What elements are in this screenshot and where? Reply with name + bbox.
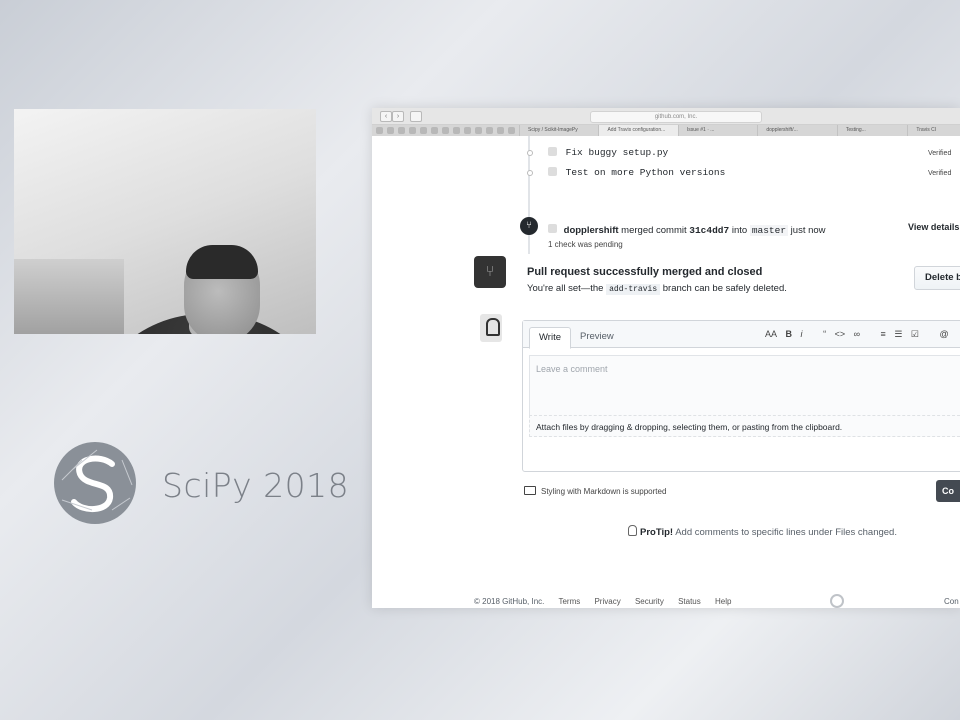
protip-label: ProTip! [640, 527, 674, 538]
favorite-icon[interactable] [420, 127, 427, 134]
markdown-note-text: Styling with Markdown is supported [541, 487, 667, 496]
forward-icon[interactable]: › [392, 111, 404, 122]
commit-row: Test on more Python versions [527, 167, 726, 178]
favorite-icon[interactable] [431, 127, 438, 134]
url-bar[interactable]: github.com, Inc. [590, 111, 762, 123]
protip-text: Add comments to specific lines under Fil… [675, 527, 897, 538]
back-icon[interactable]: ‹ [380, 111, 392, 122]
browser-toolbar: ‹ › github.com, Inc. [372, 108, 960, 125]
conference-title: SciPy 2018 [162, 466, 350, 505]
sidebar-icon[interactable] [410, 111, 422, 122]
comment-tabs: Write Preview AA B i “ <> ∞ ≡ ☰ ☑ @ [523, 321, 960, 349]
attach-files-area[interactable]: Attach files by dragging & dropping, sel… [529, 415, 960, 437]
merged-icon: ⑂ [474, 256, 506, 288]
browser-tab[interactable]: Travis CI [907, 125, 960, 136]
bulleted-list-icon[interactable]: ≡ [881, 329, 886, 339]
footer-link-security[interactable]: Security [635, 597, 664, 606]
commit-row: Fix buggy setup.py [527, 147, 669, 158]
avatar[interactable] [480, 314, 502, 342]
favorite-icon[interactable] [442, 127, 449, 134]
browser-window: ‹ › github.com, Inc. Scipy / Scikit-Imag… [372, 108, 960, 608]
speaker-hair [186, 245, 258, 279]
numbered-list-icon[interactable]: ☰ [894, 329, 902, 339]
link-icon[interactable]: ∞ [854, 329, 860, 339]
background-shadow [14, 259, 124, 334]
merged-sub-before: You're all set—the [527, 283, 604, 294]
favorite-icon[interactable] [398, 127, 405, 134]
avatar[interactable] [548, 167, 557, 176]
comment-button[interactable]: Co [936, 480, 960, 502]
verified-badge[interactable]: Verified [928, 150, 951, 157]
browser-tab[interactable]: Issue #1 · ... [677, 125, 757, 136]
browser-tab[interactable]: dopplershift/... [757, 125, 836, 136]
favorite-icon[interactable] [464, 127, 471, 134]
merge-event-icon: ⑂ [520, 217, 538, 235]
footer: © 2018 GitHub, Inc. Terms Privacy Securi… [474, 597, 743, 606]
speaker-video [14, 109, 316, 334]
avatar[interactable] [548, 224, 557, 233]
commit-sha-link[interactable]: 31c4dd7 [689, 225, 729, 236]
commit-dot-icon [527, 170, 533, 176]
footer-link-terms[interactable]: Terms [558, 597, 580, 606]
view-details-button[interactable]: View details [908, 222, 959, 232]
favorite-icon[interactable] [387, 127, 394, 134]
tab-write[interactable]: Write [529, 327, 571, 349]
branch-name[interactable]: master [749, 225, 789, 236]
comment-form: Write Preview AA B i “ <> ∞ ≡ ☰ ☑ @ Leav… [522, 320, 960, 472]
lightbulb-icon [628, 525, 637, 536]
markdown-note[interactable]: Styling with Markdown is supported [524, 486, 666, 496]
scipy-logo-icon [54, 442, 136, 524]
commit-dot-icon [527, 150, 533, 156]
commit-message[interactable]: Test on more Python versions [566, 167, 726, 178]
merge-time: just now [790, 225, 826, 236]
github-page: Fix buggy setup.py Verified Test on more… [372, 136, 960, 608]
favorite-icon[interactable] [376, 127, 383, 134]
task-list-icon[interactable]: ☑ [911, 329, 919, 339]
commit-message[interactable]: Fix buggy setup.py [566, 147, 669, 158]
favorite-icon[interactable] [497, 127, 504, 134]
favorites-bar [372, 125, 519, 136]
favorite-icon[interactable] [486, 127, 493, 134]
into-text: into [731, 225, 748, 236]
favorite-icon[interactable] [453, 127, 460, 134]
github-logo-icon[interactable] [830, 594, 844, 608]
protip: ProTip! Add comments to specific lines u… [628, 525, 897, 538]
browser-tab-active[interactable]: Add Travis configuration... [598, 125, 678, 136]
footer-link-contact[interactable]: Con [944, 597, 959, 606]
merged-sub-after: branch can be safely deleted. [662, 283, 787, 294]
merge-text: merged commit [621, 225, 687, 236]
delete-branch-button[interactable]: Delete b [914, 266, 960, 290]
check-status-text: 1 check was pending [548, 240, 623, 249]
browser-tab[interactable]: Testing... [836, 125, 908, 136]
italic-icon[interactable]: i [801, 329, 803, 339]
tab-preview[interactable]: Preview [571, 327, 623, 347]
footer-link-status[interactable]: Status [678, 597, 701, 606]
merge-user-link[interactable]: dopplershift [564, 225, 619, 236]
bold-icon[interactable]: B [786, 329, 793, 339]
verified-badge[interactable]: Verified [928, 170, 951, 177]
merged-title: Pull request successfully merged and clo… [527, 266, 763, 278]
comment-textarea[interactable]: Leave a comment [529, 355, 960, 415]
merged-subtitle: You're all set—the add-travis branch can… [527, 283, 787, 295]
markdown-icon [524, 486, 536, 495]
footer-link-help[interactable]: Help [715, 597, 731, 606]
markdown-toolbar: AA B i “ <> ∞ ≡ ☰ ☑ @ [765, 329, 955, 340]
browser-tab[interactable]: Scipy / Scikit-ImagePy [519, 125, 598, 136]
footer-link-privacy[interactable]: Privacy [594, 597, 620, 606]
merge-event-text: dopplershift merged commit 31c4dd7 into … [548, 224, 826, 236]
avatar[interactable] [548, 147, 557, 156]
favorite-icon[interactable] [409, 127, 416, 134]
code-icon[interactable]: <> [835, 329, 846, 339]
header-icon[interactable]: AA [765, 329, 777, 339]
quote-icon[interactable]: “ [823, 329, 826, 339]
branch-name: add-travis [606, 284, 661, 295]
favorite-icon[interactable] [508, 127, 515, 134]
footer-copyright: © 2018 GitHub, Inc. [474, 597, 545, 606]
mention-icon[interactable]: @ [940, 329, 949, 339]
favorite-icon[interactable] [475, 127, 482, 134]
